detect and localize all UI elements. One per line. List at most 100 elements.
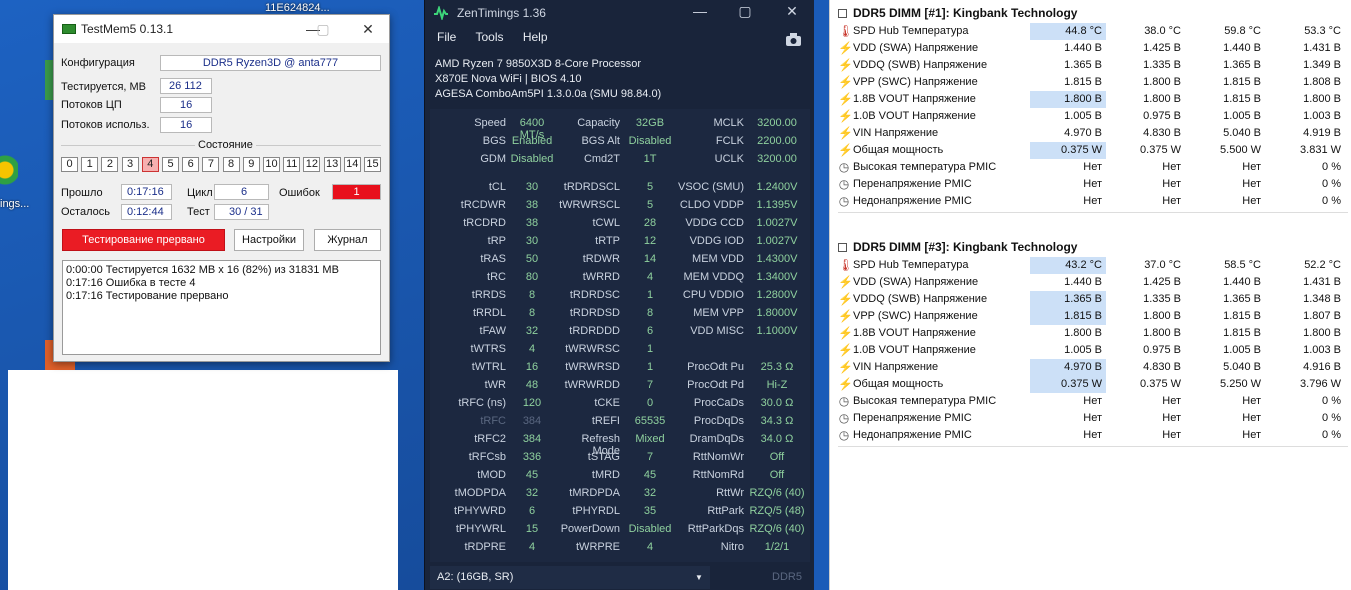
sensor-value: Нет [1242, 178, 1261, 190]
timing-value: 12 [643, 235, 657, 247]
sensor-row[interactable]: ⚡ VDDQ (SWB) Напряжение 1.365 В 1.335 В 1.36… [830, 57, 1351, 74]
desktop-icon-label[interactable]: 11E624824... [265, 2, 330, 14]
sensor-section-header[interactable]: DDR5 DIMM [#3]: Kingbank Technology [838, 240, 1077, 254]
timing-label: tRRDL [472, 307, 506, 319]
sensor-row[interactable]: 🌡 SPD Hub Температура 44.8 °C 38.0 °C 59.8 °… [830, 23, 1351, 40]
timing-value: 28 [643, 217, 657, 229]
sensor-value: 1.440 В [1064, 42, 1102, 54]
timing-label: RttNomRd [692, 469, 744, 481]
timing-label: VSOC (SMU) [678, 181, 744, 193]
sensor-row[interactable]: ⚡ 1.0В VOUT Напряжение 1.005 В 0.975 В 1.005… [830, 342, 1351, 359]
sensor-row[interactable]: ⚡ 1.0В VOUT Напряжение 1.005 В 0.975 В 1.005… [830, 108, 1351, 125]
timing-value: Off [769, 469, 785, 481]
timing-value: 38 [525, 199, 539, 211]
cpu-name: AMD Ryzen 7 9850X3D 8-Core Processor [435, 58, 642, 70]
sensor-row[interactable]: 🌡 SPD Hub Температура 43.2 °C 37.0 °C 58.5 °… [830, 257, 1351, 274]
sensor-name: Общая мощность [853, 378, 944, 390]
sensor-row[interactable]: ⚡ 1.8В VOUT Напряжение 1.800 В 1.800 В 1.815… [830, 325, 1351, 342]
state-box-5: 5 [162, 157, 179, 172]
timing-value: 16 [525, 361, 539, 373]
sensor-name: VDDQ (SWB) Напряжение [853, 293, 988, 305]
sensor-row[interactable]: ◷ Перенапряжение PMIC Нет Нет Нет 0 % [830, 176, 1351, 193]
sensor-name: VIN Напряжение [853, 361, 939, 373]
timing-value: 80 [525, 271, 539, 283]
sensor-row[interactable]: ⚡ VPP (SWC) Напряжение 1.815 В 1.800 В 1.815… [830, 74, 1351, 91]
log-box[interactable]: 0:00:00 Тестируется 1632 MB x 16 (82%) и… [62, 260, 381, 355]
sensor-row[interactable]: ⚡ VDD (SWA) Напряжение 1.440 В 1.425 В 1.440… [830, 40, 1351, 57]
sensor-value: 1.425 В [1143, 276, 1181, 288]
sensor-row[interactable]: ⚡ Общая мощность 0.375 W 0.375 W 5.250 W 3.79… [830, 376, 1351, 393]
sensor-value: 1.800 В [1030, 91, 1106, 108]
menu-help[interactable]: Help [523, 30, 548, 44]
sensor-value: 1.800 В [1143, 93, 1181, 105]
sensor-row[interactable]: ⚡ VIN Напряжение 4.970 В 4.830 В 5.040 В 4.91… [830, 359, 1351, 376]
collapse-toggle-icon[interactable] [838, 9, 847, 19]
timing-label: tWRPRE [576, 541, 620, 553]
sensor-row[interactable]: ◷ Высокая температура PMIC Нет Нет Нет 0 % [830, 393, 1351, 410]
timing-label: tRDRDSCL [563, 181, 620, 193]
dimm-slot-select[interactable]: A2: (16GB, SR) ▼ [430, 566, 710, 589]
maximize-icon[interactable]: ▢ [730, 3, 760, 20]
timing-label: ProcOdt Pd [687, 379, 744, 391]
sensor-section-header[interactable]: DDR5 DIMM [#1]: Kingbank Technology [838, 6, 1077, 20]
sensor-row[interactable]: ⚡ Общая мощность 0.375 W 0.375 W 5.500 W 3.83… [830, 142, 1351, 159]
close-icon[interactable]: ✕ [777, 3, 807, 20]
sensor-value: 43.2 °C [1030, 257, 1106, 274]
sensor-row[interactable]: ⚡ VPP (SWC) Напряжение 1.815 В 1.800 В 1.815… [830, 308, 1351, 325]
timing-label: tFAW [479, 325, 506, 337]
sensor-name: VIN Напряжение [853, 127, 939, 139]
elapsed-label: Прошло [61, 187, 103, 199]
sensor-value: 1.365 В [1223, 293, 1261, 305]
settings-button[interactable]: Настройки [234, 229, 304, 251]
camera-icon[interactable] [785, 32, 802, 47]
timing-label: ProcOdt Pu [687, 361, 744, 373]
sensor-value: 1.807 В [1303, 310, 1341, 322]
timing-label: MEM VDD [692, 253, 744, 265]
sensor-value: 1.440 В [1064, 276, 1102, 288]
sensor-row[interactable]: ⚡ VDDQ (SWB) Напряжение 1.365 В 1.335 В 1.36… [830, 291, 1351, 308]
zentimings-titlebar[interactable]: ZenTimings 1.36 — ▢ ✕ [425, 0, 814, 26]
testmem-titlebar[interactable]: TestMem5 0.13.1 — ▢ ✕ [54, 15, 389, 43]
sensor-value: Нет [1162, 195, 1181, 207]
sensor-section-title: DDR5 DIMM [#1]: Kingbank Technology [853, 6, 1078, 20]
lightning-icon: ⚡ [838, 292, 853, 306]
timing-label: tWTRL [471, 361, 506, 373]
sensor-value: 1.815 В [1223, 327, 1261, 339]
sensor-value: 1.800 В [1303, 93, 1341, 105]
timing-value: 25.3 Ω [760, 361, 794, 373]
app-shortcut-icon[interactable] [0, 150, 18, 190]
minimize-icon[interactable]: — [685, 3, 715, 19]
sensor-row[interactable]: ⚡ VIN Напряжение 4.970 В 4.830 В 5.040 В 4.91… [830, 125, 1351, 142]
sensor-name: Перенапряжение PMIC [853, 412, 972, 424]
collapse-toggle-icon[interactable] [838, 243, 847, 253]
sensor-row[interactable]: ◷ Перенапряжение PMIC Нет Нет Нет 0 % [830, 410, 1351, 427]
timing-label: tWTRS [470, 343, 506, 355]
sensor-value: 5.250 W [1220, 378, 1261, 390]
log-button[interactable]: Журнал [314, 229, 381, 251]
desktop-icon-label[interactable]: ings... [0, 198, 29, 210]
menu-file[interactable]: File [437, 30, 456, 44]
timing-label: tRFCsb [468, 451, 506, 463]
timing-value: 8 [646, 307, 654, 319]
sensor-row[interactable]: ⚡ 1.8В VOUT Напряжение 1.800 В 1.800 В 1.815… [830, 91, 1351, 108]
timing-label: tWRWRSD [565, 361, 620, 373]
state-label: Состояние [195, 139, 256, 151]
lightning-icon: ⚡ [838, 309, 853, 323]
sensor-name: Общая мощность [853, 144, 944, 156]
sensor-name: VDD (SWA) Напряжение [853, 276, 979, 288]
desktop-icon-partial[interactable] [45, 60, 53, 100]
menu-tools[interactable]: Tools [475, 30, 503, 44]
sensor-row[interactable]: ⚡ VDD (SWA) Напряжение 1.440 В 1.425 В 1.440… [830, 274, 1351, 291]
sensor-row[interactable]: ◷ Недонапряжение PMIC Нет Нет Нет 0 % [830, 427, 1351, 444]
sensor-value: 4.830 В [1143, 361, 1181, 373]
close-icon[interactable]: ✕ [357, 19, 379, 39]
sensor-row[interactable]: ◷ Высокая температура PMIC Нет Нет Нет 0 % [830, 159, 1351, 176]
test-status-button[interactable]: Тестирование прервано [62, 229, 225, 251]
sensor-name: 1.0В VOUT Напряжение [853, 110, 976, 122]
sensor-row[interactable]: ◷ Недонапряжение PMIC Нет Нет Нет 0 % [830, 193, 1351, 210]
timing-value: 384 [522, 415, 542, 427]
state-box-8: 8 [222, 157, 240, 172]
timing-value: Disabled [510, 153, 554, 165]
sensor-value: Нет [1083, 429, 1102, 441]
state-box-6: 6 [182, 157, 200, 172]
